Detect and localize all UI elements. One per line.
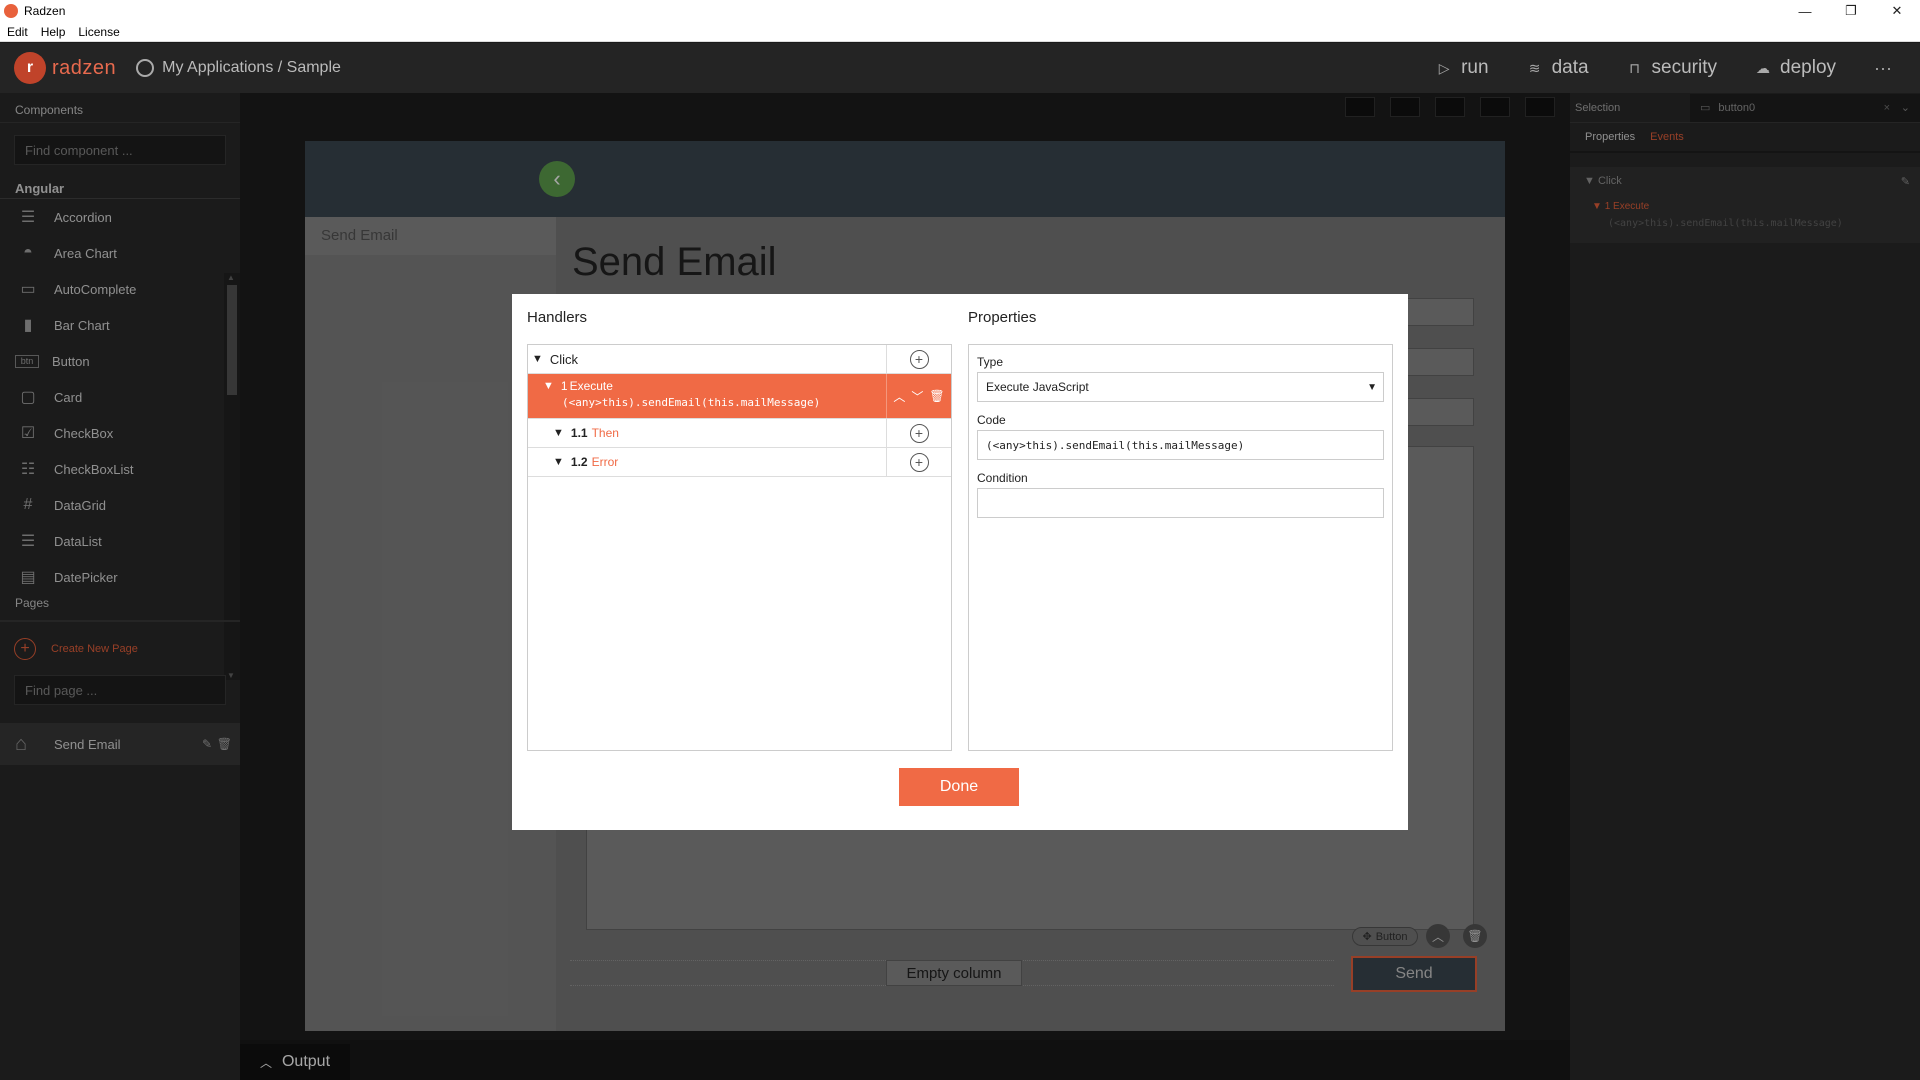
add-action-icon[interactable]: + xyxy=(909,423,929,443)
expand-icon[interactable]: ▼ xyxy=(553,427,564,439)
handler-error[interactable]: ▼ 1.2 Error + xyxy=(528,448,951,477)
condition-label: Condition xyxy=(977,471,1028,485)
more-menu-icon[interactable]: ··· xyxy=(1874,58,1892,79)
handler-then[interactable]: ▼ 1.1 Then + xyxy=(528,419,951,448)
nav-data-label: data xyxy=(1551,57,1589,78)
then-number: 1.1 xyxy=(570,426,588,440)
error-number: 1.2 xyxy=(570,455,588,469)
add-action-icon[interactable]: + xyxy=(909,452,929,472)
nav-deploy-label: deploy xyxy=(1780,57,1837,78)
dashboard-icon xyxy=(136,59,155,77)
app-header: r radzen My Applications / Sample ▷ run ≋… xyxy=(0,43,1920,93)
delete-icon[interactable]: 🗑 xyxy=(929,389,944,403)
action-label: Execute xyxy=(569,379,613,393)
type-label: Type xyxy=(977,355,1004,369)
close-icon[interactable]: ✕ xyxy=(1874,0,1920,22)
add-action-icon[interactable]: + xyxy=(909,349,929,369)
menu-edit[interactable]: Edit xyxy=(0,25,34,39)
breadcrumb[interactable]: My Applications / Sample xyxy=(136,59,341,77)
action-number: 1 xyxy=(560,379,568,393)
nav-security[interactable]: ⊓ security xyxy=(1627,57,1717,79)
nav-security-label: security xyxy=(1651,57,1718,78)
handler-execute[interactable]: ▼ 1 Execute (<any>this).sendEmail(this.m… xyxy=(528,374,951,419)
cloud-upload-icon: ☁ xyxy=(1756,59,1771,76)
restore-icon[interactable]: ❐ xyxy=(1828,0,1874,22)
layers-icon: ≋ xyxy=(1528,59,1541,76)
event-handlers-dialog: Handlers Properties ▼ Click + ▼ 1 Execut… xyxy=(512,294,1408,830)
menu-help[interactable]: Help xyxy=(34,25,72,39)
error-label: Error xyxy=(591,455,619,469)
expand-icon[interactable]: ▼ xyxy=(553,456,564,468)
nav-run-label: run xyxy=(1461,57,1489,78)
handler-click[interactable]: ▼ Click + xyxy=(528,345,951,374)
play-icon: ▷ xyxy=(1438,59,1450,76)
handlers-tree: ▼ Click + ▼ 1 Execute (<any>this).sendEm… xyxy=(527,344,952,751)
minimize-icon[interactable]: — xyxy=(1782,0,1828,22)
brand[interactable]: r radzen xyxy=(14,52,116,84)
then-label: Then xyxy=(591,426,619,440)
menu-license[interactable]: License xyxy=(71,25,125,39)
type-value: Execute JavaScript xyxy=(986,380,1089,394)
expand-icon[interactable]: ▼ xyxy=(532,353,543,365)
action-code: (<any>this).sendEmail(this.mailMessage) xyxy=(562,396,821,409)
code-input[interactable]: (<any>this).sendEmail(this.mailMessage) xyxy=(977,430,1384,460)
code-label: Code xyxy=(977,413,1006,427)
radzen-logo-icon xyxy=(4,4,18,18)
properties-panel: Type Execute JavaScript ▼ Code (<any>thi… xyxy=(968,344,1393,751)
properties-title: Properties xyxy=(968,309,1037,326)
breadcrumb-text: My Applications / Sample xyxy=(162,59,341,76)
move-up-icon[interactable]: ︿ xyxy=(893,388,905,405)
dropdown-arrow-icon: ▼ xyxy=(1367,381,1377,393)
nav-data[interactable]: ≋ data xyxy=(1527,57,1589,79)
move-down-icon[interactable]: ﹀ xyxy=(911,388,923,405)
brand-name: radzen xyxy=(52,56,117,79)
handlers-title: Handlers xyxy=(527,309,588,326)
radzen-mark-icon: r xyxy=(14,52,46,84)
menu-bar: Edit Help License xyxy=(0,22,1920,42)
type-select[interactable]: Execute JavaScript ▼ xyxy=(977,372,1384,402)
done-button[interactable]: Done xyxy=(899,768,1019,806)
window-titlebar: Radzen — ❐ ✕ xyxy=(0,0,1920,22)
nav-deploy[interactable]: ☁ deploy xyxy=(1755,57,1836,79)
lock-icon: ⊓ xyxy=(1629,59,1641,76)
nav-run[interactable]: ▷ run xyxy=(1436,57,1489,79)
condition-input[interactable] xyxy=(977,488,1384,518)
window-title: Radzen xyxy=(24,4,66,18)
handler-click-label: Click xyxy=(549,351,579,367)
expand-icon[interactable]: ▼ xyxy=(543,380,554,392)
